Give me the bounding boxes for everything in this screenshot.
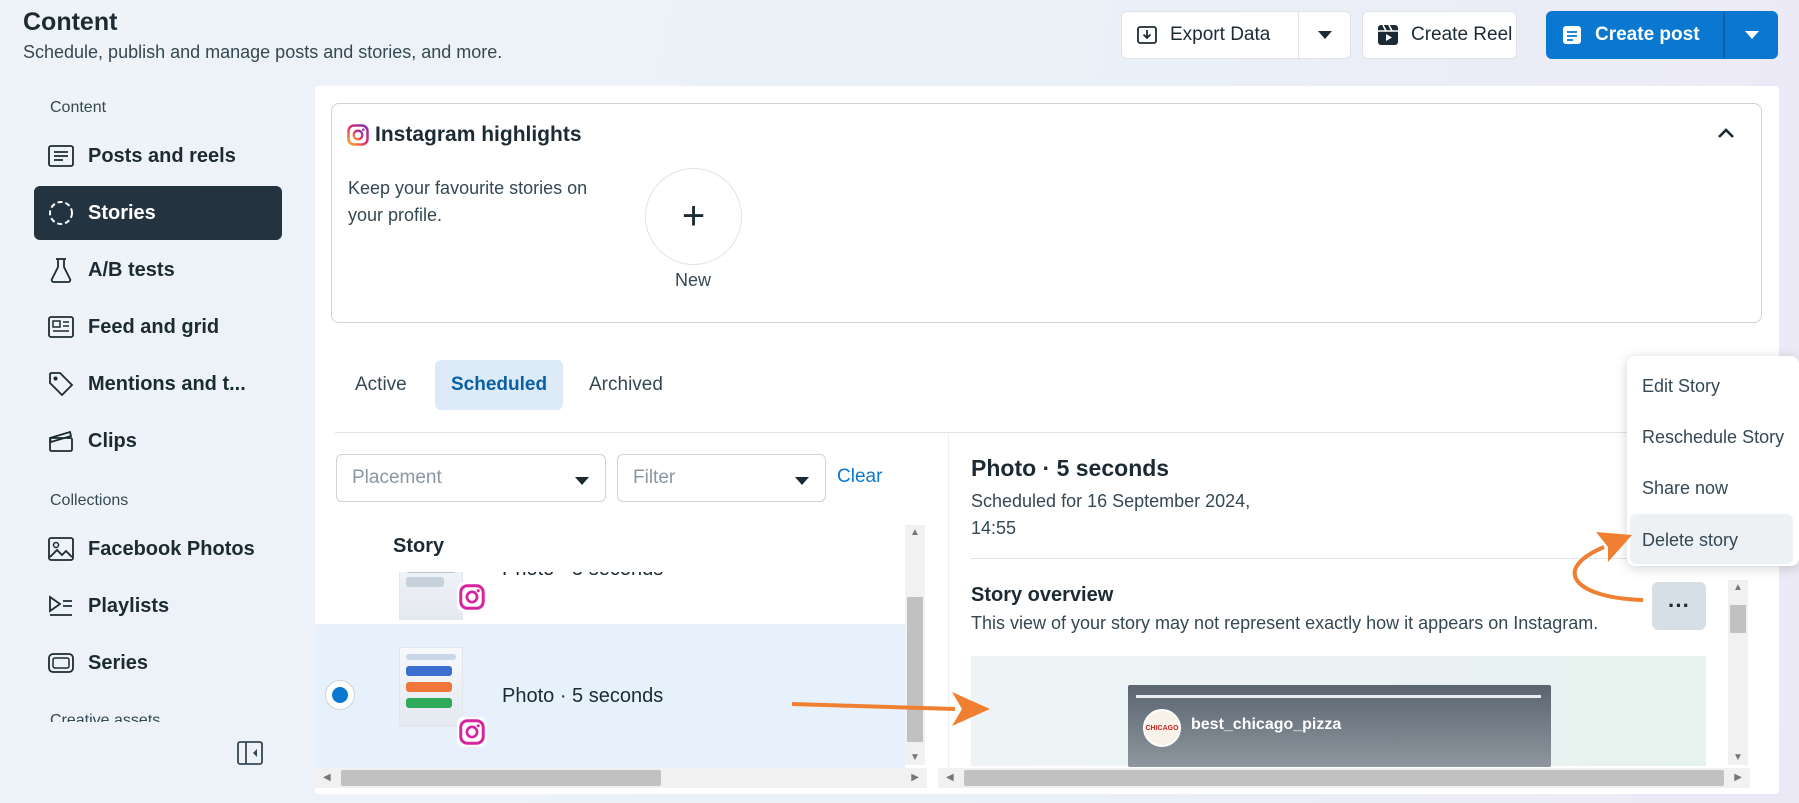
pane-divider xyxy=(948,432,949,772)
sidebar-item-label: Playlists xyxy=(88,594,170,617)
collapse-sidebar-icon[interactable] xyxy=(237,741,263,770)
menu-item-delete-story[interactable]: Delete story xyxy=(1642,530,1738,551)
instagram-icon xyxy=(347,124,369,151)
sidebar-item-label: Mentions and t... xyxy=(88,372,246,395)
export-icon xyxy=(1136,24,1158,46)
create-reel-label: Create Reel xyxy=(1411,24,1513,45)
sidebar-section-collections: Collections xyxy=(50,492,129,509)
posts-icon xyxy=(46,145,76,167)
placement-select[interactable]: Placement xyxy=(336,454,606,502)
sidebar-item-label: Facebook Photos xyxy=(88,537,255,560)
instagram-badge-icon xyxy=(457,582,487,612)
table-row[interactable]: Photo · 5 seconds xyxy=(315,572,905,624)
more-options-button[interactable]: ··· xyxy=(1652,582,1706,630)
row-label: Photo · 5 seconds xyxy=(502,572,663,581)
photo-icon xyxy=(46,537,76,561)
export-label: Export Data xyxy=(1170,24,1271,45)
caret-down-icon xyxy=(574,470,590,492)
tab-archived[interactable]: Archived xyxy=(573,360,679,410)
sidebar-item-label: Feed and grid xyxy=(88,315,220,338)
page-subtitle: Schedule, publish and manage posts and s… xyxy=(23,42,503,62)
tab-scheduled[interactable]: Scheduled xyxy=(435,360,564,410)
post-icon xyxy=(1561,24,1583,46)
highlights-title: Instagram highlights xyxy=(375,123,582,146)
sidebar-item-mentions-and-tags[interactable]: Mentions and t... xyxy=(34,357,282,411)
create-post-dropdown-button[interactable] xyxy=(1725,12,1778,58)
story-overview-title: Story overview xyxy=(971,584,1114,606)
stories-icon xyxy=(46,200,76,226)
sidebar-item-posts-and-reels[interactable]: Posts and reels xyxy=(34,129,282,183)
grid-icon xyxy=(46,316,76,338)
create-post-label: Create post xyxy=(1595,24,1700,45)
sidebar-item-label: Stories xyxy=(88,201,156,224)
series-icon xyxy=(46,651,76,675)
sidebar-item-clips[interactable]: Clips xyxy=(34,414,282,468)
flask-icon xyxy=(46,257,76,283)
preview-username: best_chicago_pizza xyxy=(1191,716,1342,733)
row-radio-selected[interactable] xyxy=(325,680,355,710)
sidebar-item-feed-and-grid[interactable]: Feed and grid xyxy=(34,300,282,354)
sidebar-item-playlists[interactable]: Playlists xyxy=(34,579,282,633)
sidebar-section-content: Content xyxy=(50,99,107,116)
instagram-badge-icon xyxy=(457,717,487,747)
story-detail-title: Photo · 5 seconds xyxy=(971,455,1170,481)
highlights-description: Keep your favourite stories on your prof… xyxy=(348,178,588,225)
story-preview-frame: CHICAGO best_chicago_pizza xyxy=(1128,685,1551,767)
list-vertical-scrollbar[interactable]: ▲ ▼ xyxy=(905,525,925,765)
clapper-icon xyxy=(46,429,76,453)
new-highlight-button[interactable]: + xyxy=(645,168,742,265)
playlist-icon xyxy=(46,595,76,617)
filter-select[interactable]: Filter xyxy=(617,454,826,502)
sidebar-item-label: A/B tests xyxy=(88,258,175,281)
tabs-divider xyxy=(335,432,1635,433)
detail-vertical-scrollbar[interactable]: ▲ ▼ xyxy=(1728,580,1748,765)
sidebar-item-label: Posts and reels xyxy=(88,144,236,167)
tag-icon xyxy=(46,371,76,397)
detail-divider xyxy=(971,558,1706,559)
sidebar-item-label: Clips xyxy=(88,429,137,452)
tab-active[interactable]: Active xyxy=(339,360,423,410)
export-data-button[interactable]: Export Data xyxy=(1121,11,1351,59)
export-dropdown-button[interactable] xyxy=(1298,12,1351,58)
sidebar-item-label: Series xyxy=(88,651,149,674)
more-icon: ··· xyxy=(1668,593,1690,618)
plus-icon: + xyxy=(681,194,706,238)
create-post-button[interactable]: Create post xyxy=(1546,11,1778,59)
reel-icon xyxy=(1377,24,1399,46)
sidebar-item-facebook-photos[interactable]: Facebook Photos xyxy=(34,522,282,576)
story-overview-description: This view of your story may not represen… xyxy=(971,613,1599,633)
chevron-up-icon xyxy=(1718,128,1734,138)
story-thumbnail xyxy=(399,647,463,727)
sidebar-item-ab-tests[interactable]: A/B tests xyxy=(34,243,282,297)
collapse-highlights-button[interactable] xyxy=(1717,126,1735,144)
story-thumbnail xyxy=(399,572,463,620)
list-horizontal-scrollbar[interactable]: ◀ ▶ xyxy=(315,768,927,788)
table-row-selected[interactable]: Photo · 5 seconds xyxy=(315,625,905,770)
create-reel-button[interactable]: Create Reel xyxy=(1362,11,1517,59)
filter-placeholder: Filter xyxy=(633,467,676,488)
detail-horizontal-scrollbar[interactable]: ◀ ▶ xyxy=(938,768,1750,788)
caret-down-icon xyxy=(1317,31,1332,39)
story-column-header: Story xyxy=(393,535,445,557)
menu-item-share-now[interactable]: Share now xyxy=(1642,478,1728,499)
placement-placeholder: Placement xyxy=(352,467,442,488)
new-highlight-label: New xyxy=(675,270,712,290)
avatar: CHICAGO xyxy=(1143,709,1181,747)
sidebar-item-stories[interactable]: Stories xyxy=(34,186,282,240)
story-scheduled-text: Scheduled for 16 September 2024, 14:55 xyxy=(971,491,1251,538)
menu-item-edit-story[interactable]: Edit Story xyxy=(1642,376,1720,397)
menu-item-reschedule-story[interactable]: Reschedule Story xyxy=(1642,427,1784,448)
caret-down-icon xyxy=(1744,31,1759,39)
sidebar-item-series[interactable]: Series xyxy=(34,636,282,690)
clear-filters-link[interactable]: Clear xyxy=(837,466,882,488)
story-progress-bar xyxy=(1136,695,1541,698)
row-label: Photo · 5 seconds xyxy=(502,685,664,707)
sidebar-section-creative-assets: Creative assets xyxy=(50,712,161,722)
caret-down-icon xyxy=(794,470,810,492)
page-title: Content xyxy=(23,8,118,36)
